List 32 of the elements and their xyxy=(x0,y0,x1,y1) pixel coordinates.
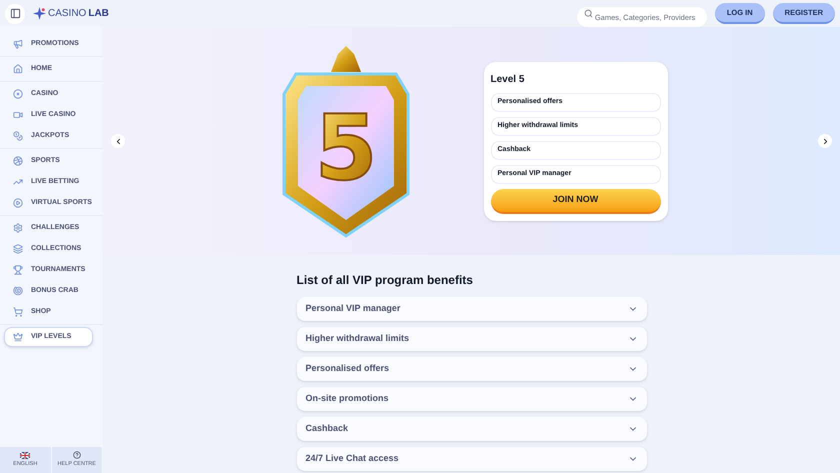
gear-icon xyxy=(13,223,23,233)
chart-icon xyxy=(13,177,23,187)
sparkle-icon xyxy=(33,7,46,20)
home-icon xyxy=(13,64,23,74)
flag-icon xyxy=(20,452,30,459)
benefit-accordion-item[interactable]: Higher withdrawal limits xyxy=(296,327,646,351)
level-title: Level 5 xyxy=(490,72,526,86)
chip-icon xyxy=(13,89,23,99)
shell-icon xyxy=(13,286,23,296)
trophy-icon xyxy=(13,265,23,275)
play-icon xyxy=(13,198,23,208)
megaphone-icon xyxy=(13,39,23,49)
menu-toggle-button[interactable] xyxy=(5,4,25,24)
previous-button[interactable] xyxy=(111,134,125,148)
sidebar-icon xyxy=(10,8,20,19)
cards-icon xyxy=(13,244,23,254)
help-icon xyxy=(72,451,81,460)
benefit-accordion-item[interactable]: Cashback xyxy=(296,417,646,441)
benefits-heading: List of all VIP program benefits xyxy=(296,272,474,289)
ball-icon xyxy=(13,156,23,166)
cart-icon xyxy=(13,307,23,317)
benefit-accordion-item[interactable]: On-site promotions xyxy=(296,387,646,411)
coins-icon xyxy=(13,131,23,141)
next-button[interactable] xyxy=(818,134,832,148)
video-icon xyxy=(13,110,23,120)
benefit-accordion-item[interactable]: Personalised offers xyxy=(296,357,646,381)
search-icon xyxy=(584,9,593,18)
crown-icon xyxy=(13,332,23,342)
logo[interactable]: CASINO LAB xyxy=(33,6,109,21)
join-now-button[interactable]: JOIN NOW xyxy=(490,188,660,214)
benefit-accordion-item[interactable]: Personal VIP manager xyxy=(296,297,646,321)
benefit-accordion-item[interactable]: 24/7 Live Chat access xyxy=(296,447,646,471)
